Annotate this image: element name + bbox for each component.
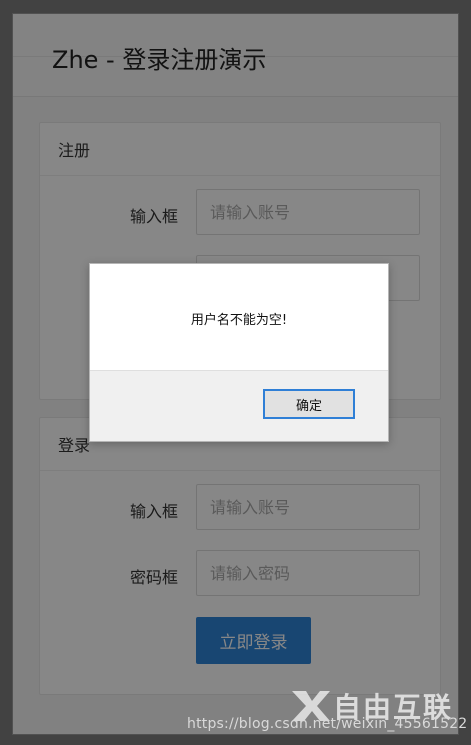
alert-message: 用户名不能为空! (190, 313, 288, 328)
alert-dialog: 用户名不能为空! 确定 (89, 263, 389, 442)
alert-footer: 确定 (90, 370, 388, 441)
watermark-url: https://blog.csdn.net/weixin_45561522 (187, 716, 468, 732)
alert-ok-button[interactable]: 确定 (263, 389, 355, 419)
